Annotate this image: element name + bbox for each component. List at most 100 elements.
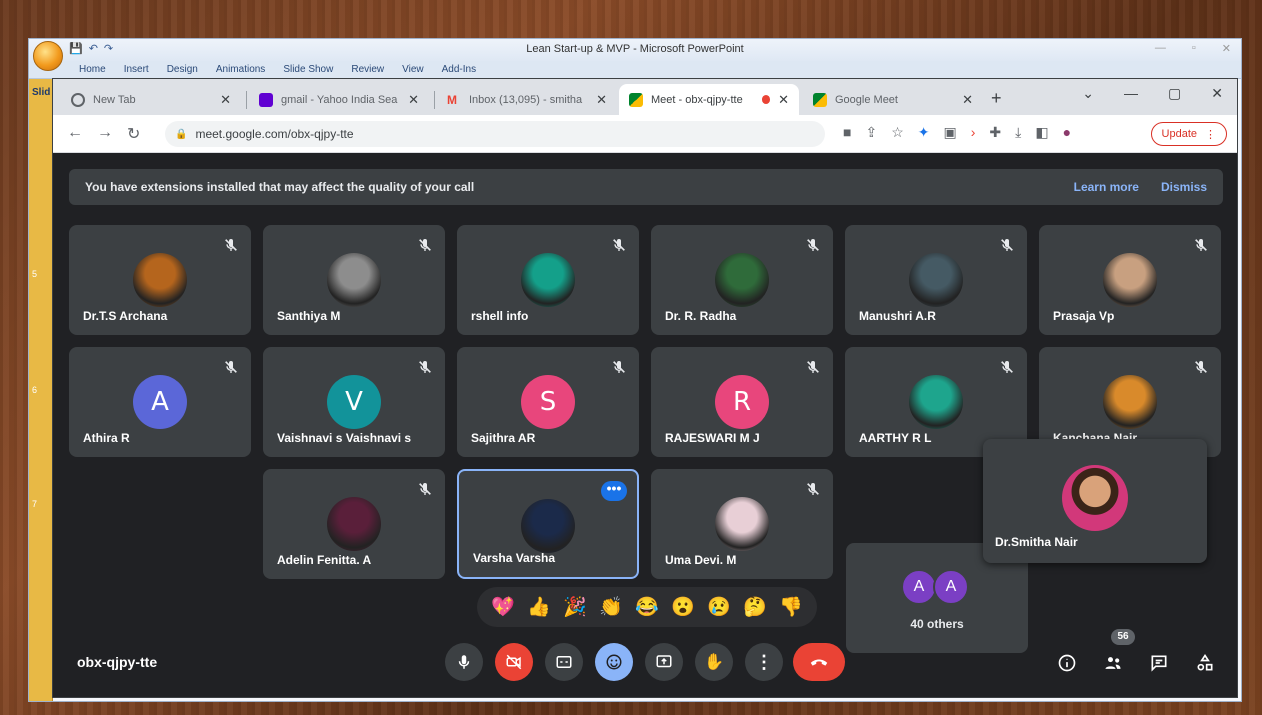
- chat-button[interactable]: [1147, 651, 1171, 675]
- sidepanel-icon[interactable]: ◧: [1035, 124, 1048, 141]
- reaction-laugh[interactable]: 😂: [635, 595, 659, 619]
- camera-off-button[interactable]: [495, 643, 533, 681]
- tab-label: gmail - Yahoo India Sea: [281, 93, 398, 106]
- reactions-bar: 💖 👍 🎉 👏 😂 😮 😢 🤔 👎: [477, 587, 817, 627]
- reaction-thumbs-down[interactable]: 👎: [779, 595, 803, 619]
- avatar: [327, 497, 381, 551]
- participant-tile[interactable]: Dr. R. Radha: [651, 225, 833, 335]
- mic-off-icon: [1195, 239, 1207, 251]
- participant-tile[interactable]: Uma Devi. M: [651, 469, 833, 579]
- ribbon-tab-design[interactable]: Design: [167, 64, 198, 75]
- extensions-warning-banner: You have extensions installed that may a…: [69, 169, 1223, 205]
- recording-indicator-icon: [761, 95, 771, 104]
- profile-icon[interactable]: ●: [1063, 124, 1071, 141]
- tab-search-icon[interactable]: ⌄: [1082, 85, 1094, 102]
- reaction-thumbs-up[interactable]: 👍: [527, 595, 551, 619]
- forward-icon[interactable]: →: [97, 124, 113, 142]
- close-tab-icon[interactable]: ✕: [778, 92, 789, 108]
- reload-icon[interactable]: ↻: [127, 124, 140, 144]
- participant-tile[interactable]: Prasaja Vp: [1039, 225, 1221, 335]
- present-screen-button[interactable]: [645, 643, 683, 681]
- raise-hand-button[interactable]: ✋: [695, 643, 733, 681]
- ribbon-tab-review[interactable]: Review: [351, 64, 384, 75]
- close-icon[interactable]: ✕: [1222, 42, 1231, 55]
- leave-call-button[interactable]: [793, 643, 845, 681]
- update-button[interactable]: Update ⋮: [1150, 122, 1227, 146]
- participant-name: Varsha Varsha: [473, 551, 556, 565]
- extension-icon[interactable]: ✦: [918, 124, 930, 141]
- learn-more-link[interactable]: Learn more: [1074, 180, 1139, 194]
- reaction-thinking[interactable]: 🤔: [743, 595, 767, 619]
- maximize-icon[interactable]: ▫: [1192, 42, 1196, 55]
- tab-google-meet[interactable]: Google Meet ✕: [803, 84, 983, 115]
- back-icon[interactable]: ←: [67, 124, 83, 142]
- minimize-icon[interactable]: —: [1155, 42, 1166, 55]
- mic-off-icon: [807, 239, 819, 251]
- activities-button[interactable]: [1193, 651, 1217, 675]
- hand-icon: ✋: [704, 654, 724, 671]
- slide-number: 5: [32, 269, 38, 279]
- ribbon-tab-insert[interactable]: Insert: [124, 64, 149, 75]
- more-options-button[interactable]: ⋮: [745, 643, 783, 681]
- reaction-clap[interactable]: 👏: [599, 595, 623, 619]
- participant-tile[interactable]: Varsha Varsha •••: [457, 469, 639, 579]
- reaction-sad[interactable]: 😢: [707, 595, 731, 619]
- participant-tile[interactable]: Santhiya M: [263, 225, 445, 335]
- close-icon[interactable]: ✕: [1211, 85, 1223, 102]
- ribbon-tab-home[interactable]: Home: [79, 64, 106, 75]
- participant-tile[interactable]: Dr.T.S Archana: [69, 225, 251, 335]
- people-button[interactable]: [1101, 651, 1125, 675]
- close-tab-icon[interactable]: ✕: [408, 92, 419, 108]
- emoji-reactions-button[interactable]: [595, 643, 633, 681]
- participant-name: Adelin Fenitta. A: [277, 553, 372, 567]
- self-view-tile[interactable]: Dr.Smitha Nair: [983, 439, 1207, 563]
- new-tab-button[interactable]: +: [991, 88, 1002, 109]
- participant-name: Manushri A.R: [859, 309, 936, 323]
- download-icon[interactable]: ⤓: [1015, 124, 1021, 141]
- tab-label: New Tab: [93, 93, 136, 106]
- avatar: [1103, 253, 1157, 307]
- ribbon-tab-slide-show[interactable]: Slide Show: [283, 64, 333, 75]
- hang-up-icon: [810, 659, 828, 666]
- minimize-icon[interactable]: —: [1124, 85, 1138, 102]
- participant-tile[interactable]: A Athira R: [69, 347, 251, 457]
- close-tab-icon[interactable]: ✕: [962, 92, 973, 108]
- captions-button[interactable]: [545, 643, 583, 681]
- participant-tile[interactable]: Adelin Fenitta. A: [263, 469, 445, 579]
- meeting-details-button[interactable]: [1055, 651, 1079, 675]
- close-tab-icon[interactable]: ✕: [596, 92, 607, 108]
- camera-icon[interactable]: ■: [843, 124, 851, 141]
- close-tab-icon[interactable]: ✕: [220, 92, 231, 108]
- ribbon-tab-add-ins[interactable]: Add-Ins: [442, 64, 476, 75]
- share-icon[interactable]: ⇪: [865, 124, 877, 141]
- star-icon[interactable]: ☆: [891, 124, 904, 141]
- meet-icon: [813, 92, 827, 107]
- others-avatars: A A: [901, 569, 969, 605]
- extension-icon[interactable]: ▣: [944, 124, 957, 141]
- reaction-party[interactable]: 🎉: [563, 595, 587, 619]
- tab-gmail[interactable]: M Inbox (13,095) - smitha ✕: [437, 84, 617, 115]
- participant-tile[interactable]: S Sajithra AR: [457, 347, 639, 457]
- reaction-heart[interactable]: 💖: [491, 595, 515, 619]
- tab-meet-active[interactable]: Meet - obx-qjpy-tte ✕: [619, 84, 799, 115]
- reaction-surprised[interactable]: 😮: [671, 595, 695, 619]
- extension-icon[interactable]: ›: [971, 124, 976, 141]
- microphone-button[interactable]: [445, 643, 483, 681]
- tab-yahoo[interactable]: gmail - Yahoo India Sea ✕: [249, 84, 429, 115]
- camera-off-icon: [506, 654, 522, 670]
- office-button[interactable]: [33, 41, 63, 71]
- participant-tile[interactable]: Manushri A.R: [845, 225, 1027, 335]
- others-label: 40 others: [910, 617, 964, 631]
- ribbon-tab-animations[interactable]: Animations: [216, 64, 265, 75]
- restore-icon[interactable]: ▢: [1168, 85, 1181, 102]
- mic-off-icon: [1001, 239, 1013, 251]
- address-bar[interactable]: 🔒 meet.google.com/obx-qjpy-tte: [165, 121, 825, 147]
- more-options-icon[interactable]: •••: [601, 481, 627, 501]
- participant-tile[interactable]: R RAJESWARI M J: [651, 347, 833, 457]
- tab-new-tab[interactable]: New Tab ✕: [61, 84, 241, 115]
- participant-tile[interactable]: V Vaishnavi s Vaishnavi s: [263, 347, 445, 457]
- dismiss-button[interactable]: Dismiss: [1161, 180, 1207, 194]
- participant-tile[interactable]: rshell info: [457, 225, 639, 335]
- ribbon-tab-view[interactable]: View: [402, 64, 424, 75]
- puzzle-icon[interactable]: ✚: [989, 124, 1001, 141]
